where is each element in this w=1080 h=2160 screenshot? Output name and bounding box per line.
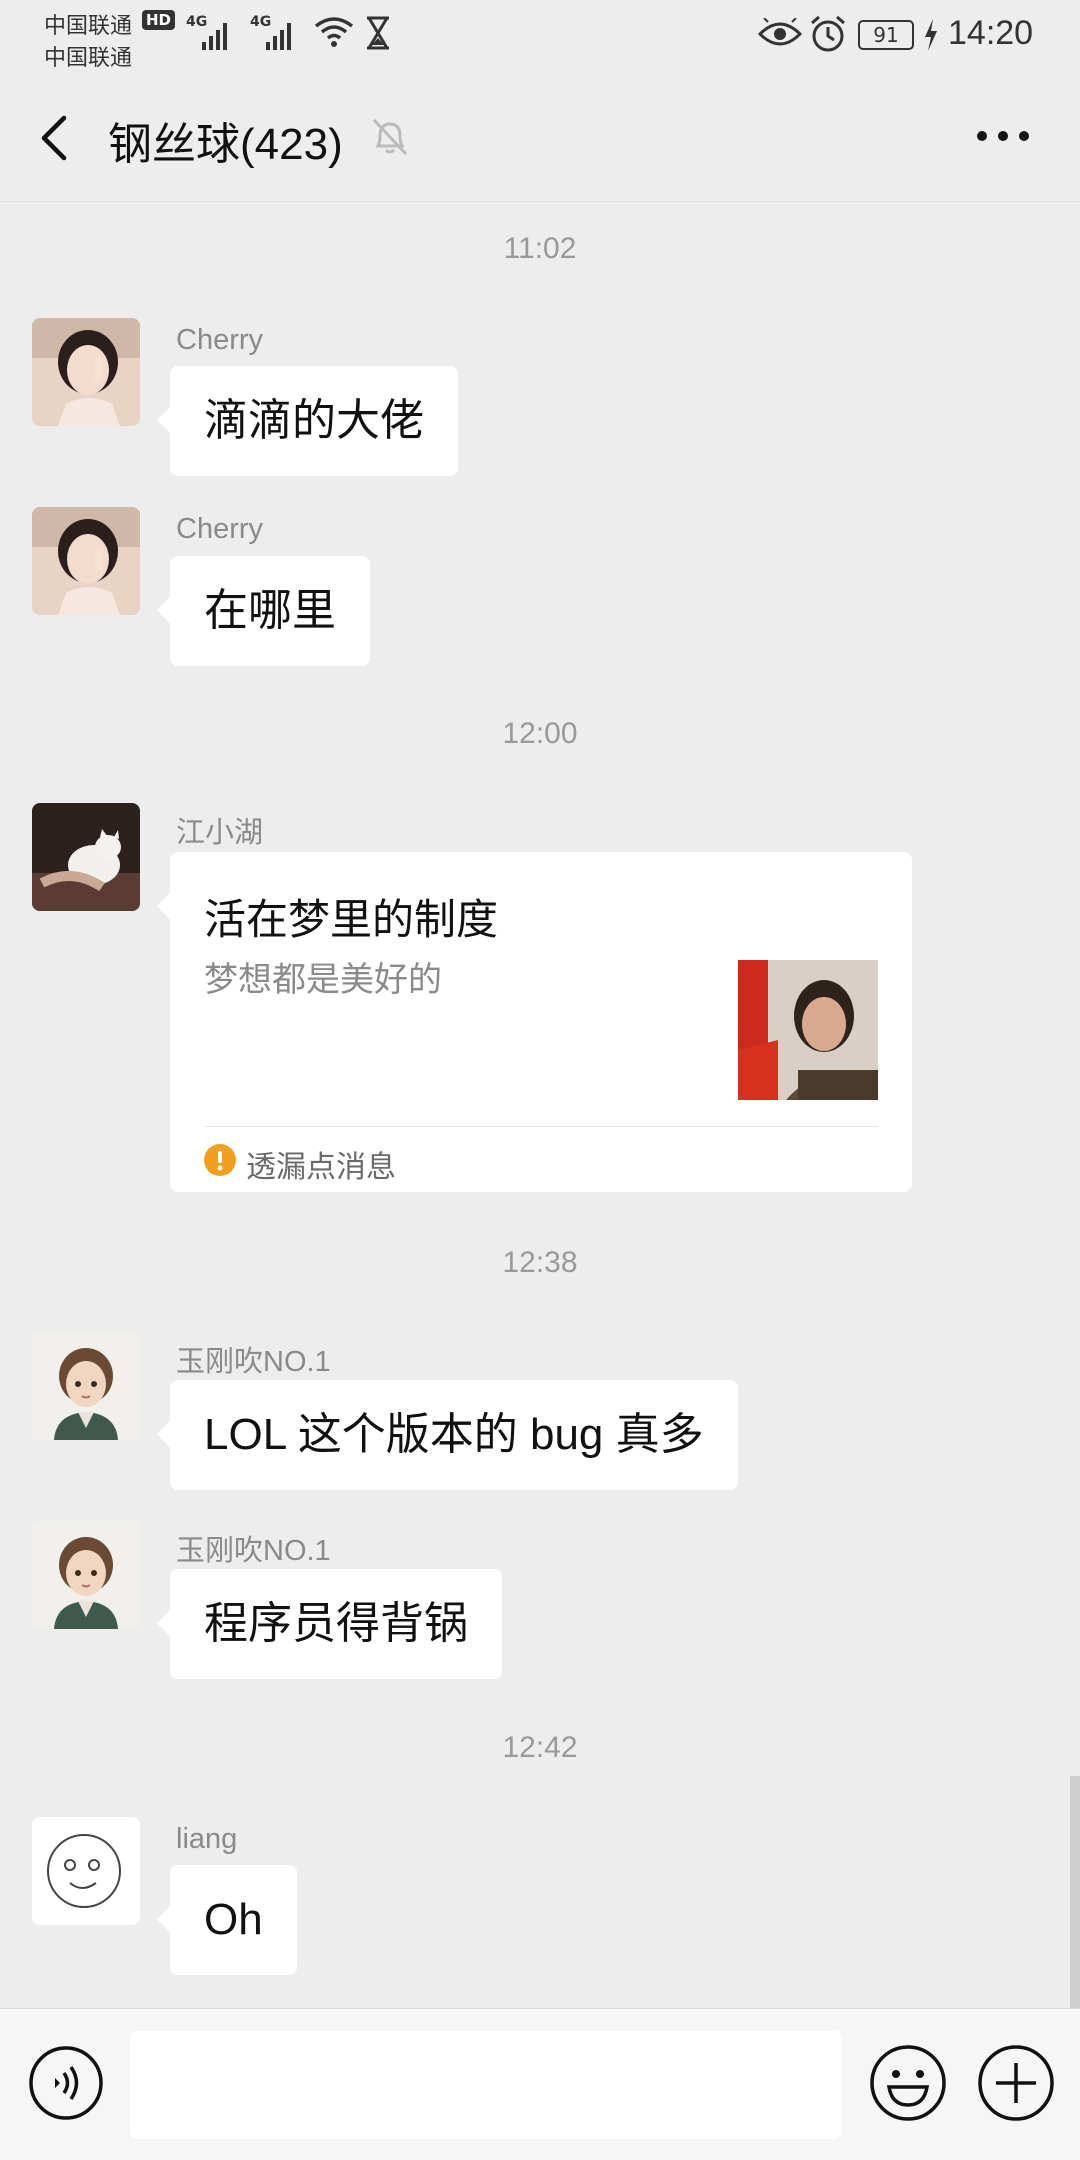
- voice-icon[interactable]: [28, 2045, 104, 2121]
- card-divider: [204, 1126, 878, 1127]
- timestamp: 11:02: [503, 232, 577, 265]
- card-source: 透漏点消息: [246, 1150, 396, 1185]
- sender-name: Cherry: [176, 513, 264, 545]
- card-description: 梦想都是美好的: [204, 960, 442, 1000]
- chat-title: 钢丝球(423): [108, 120, 343, 169]
- card-thumbnail: [738, 960, 878, 1100]
- card-title: 活在梦里的制度: [204, 895, 499, 944]
- message-bubble[interactable]: Oh: [157, 1865, 297, 1975]
- avatar[interactable]: [32, 1521, 140, 1629]
- more-dots-icon[interactable]: [972, 116, 1034, 156]
- eye-icon: [758, 18, 802, 46]
- back-arrow-icon[interactable]: [30, 108, 80, 168]
- link-card[interactable]: 活在梦里的制度 梦想都是美好的 透漏点消息: [157, 852, 912, 1192]
- carrier-label-2: 中国联通: [44, 46, 133, 71]
- message-bubble[interactable]: LOL 这个版本的 bug 真多: [157, 1380, 738, 1490]
- hd-badge: HD: [142, 10, 176, 30]
- sender-name: 玉刚吹NO.1: [176, 1346, 331, 1378]
- sender-name: liang: [176, 1823, 238, 1855]
- chat-header: 钢丝球(423): [0, 72, 1080, 202]
- plus-icon[interactable]: [976, 2043, 1056, 2123]
- battery-indicator: 91: [858, 20, 914, 50]
- avatar[interactable]: [32, 507, 140, 615]
- status-bar: 中国联通 中国联通 HD 4G 4G 91 14:20: [0, 0, 1080, 72]
- avatar[interactable]: [32, 318, 140, 426]
- timestamp: 12:38: [502, 1246, 578, 1279]
- status-time: 14:20: [948, 14, 1034, 52]
- message-bubble[interactable]: 在哪里: [157, 556, 370, 666]
- avatar[interactable]: [32, 1332, 140, 1440]
- input-bar: [0, 2008, 1080, 2160]
- avatar[interactable]: [32, 1817, 140, 1925]
- emoji-icon[interactable]: [868, 2043, 948, 2123]
- timestamp: 12:42: [502, 1731, 578, 1764]
- message-bubble[interactable]: 程序员得背锅: [157, 1569, 502, 1679]
- wifi-icon: [314, 17, 354, 47]
- sender-name: Cherry: [176, 324, 264, 356]
- message-bubble[interactable]: 滴滴的大佬: [157, 366, 458, 476]
- warning-icon: [204, 1144, 236, 1176]
- sender-name: 玉刚吹NO.1: [176, 1535, 331, 1567]
- alarm-icon: [811, 15, 845, 52]
- carrier-label-1: 中国联通: [44, 14, 133, 39]
- mute-bell-icon: [372, 118, 408, 156]
- hourglass-icon: [367, 16, 389, 50]
- timestamp: 12:00: [502, 717, 578, 750]
- message-input[interactable]: [130, 2031, 842, 2139]
- charging-icon: [925, 19, 937, 51]
- avatar[interactable]: [32, 803, 140, 911]
- sender-name: 江小湖: [176, 817, 264, 849]
- scrollbar[interactable]: [1070, 1776, 1080, 2008]
